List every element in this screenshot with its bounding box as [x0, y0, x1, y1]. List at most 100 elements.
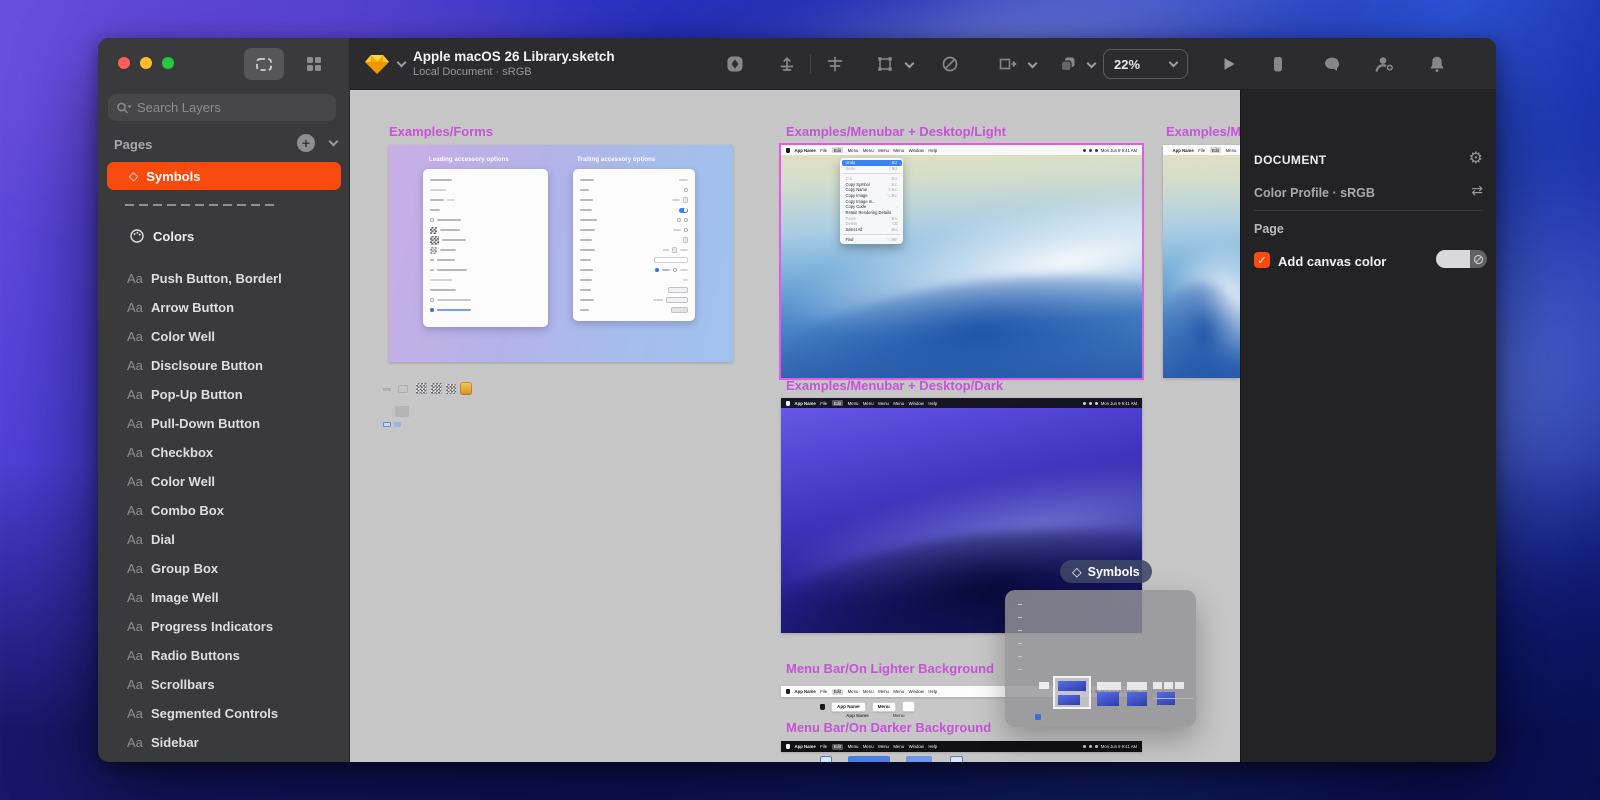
- mini-menubar-dark: App Name File Edit Menu Menu Menu Menu Window He…: [781, 398, 1142, 408]
- layer-style-list: Aa Push Button, Borderl Aa Arrow Button Aa…: [98, 264, 349, 762]
- rotate-button[interactable]: [940, 54, 960, 74]
- text-style-icon: Aa: [127, 357, 143, 373]
- add-collaborator-button[interactable]: [1374, 54, 1394, 74]
- comments-button[interactable]: [1322, 54, 1342, 74]
- layer-style-item[interactable]: Aa Color Well: [98, 467, 349, 495]
- color-variable-button[interactable]: [1470, 250, 1487, 268]
- layer-style-item[interactable]: Aa Push Button, Borderl: [98, 264, 349, 292]
- grid-view-icon: [307, 57, 321, 71]
- layer-style-item[interactable]: Aa Image Well: [98, 583, 349, 611]
- artboard-label-menubar-darker-bg[interactable]: Menu Bar/On Darker Background: [786, 720, 991, 735]
- inspector-header: DOCUMENT: [1254, 153, 1327, 167]
- layer-style-item[interactable]: Aa Dial: [98, 525, 349, 553]
- mini-clock-dark: Mon Jun 9 9:41 AM: [1100, 400, 1137, 406]
- layer-style-item[interactable]: Aa Color Well: [98, 322, 349, 350]
- canvas-color-well[interactable]: [1436, 250, 1487, 268]
- text-style-icon: Aa: [127, 270, 143, 286]
- inspector-panel: DOCUMENT ⚙ Color Profile · sRGB ⇄ Page ✓…: [1240, 90, 1496, 762]
- swap-profile-icon[interactable]: ⇄: [1471, 182, 1483, 199]
- page-section-header: Page: [1254, 222, 1284, 236]
- page-colors-label: Colors: [153, 228, 195, 244]
- layer-style-item[interactable]: Aa Checkbox: [98, 438, 349, 466]
- text-style-icon: Aa: [127, 473, 143, 489]
- document-title: Apple macOS 26 Library.sketch: [413, 48, 615, 64]
- gear-icon[interactable]: ⚙: [1469, 148, 1483, 168]
- strip-clock-dark: Mon Jun 9 9:41 AM: [1100, 744, 1137, 749]
- minimize-window-button[interactable]: [140, 57, 152, 69]
- artboard-menubar-desktop-light[interactable]: App Name File Edit Menu Menu Menu Menu Window He…: [779, 143, 1144, 380]
- sketch-window: Search Layers Pages + ◇ Symbols Colors A…: [98, 38, 1496, 762]
- layer-style-item[interactable]: Aa Progress Indicators: [98, 612, 349, 640]
- layer-style-item[interactable]: Aa Pull-Down Button: [98, 409, 349, 437]
- search-layers-input[interactable]: Search Layers: [108, 94, 336, 121]
- text-style-icon: Aa: [127, 444, 143, 460]
- layer-style-item[interactable]: Aa Disclsoure Button: [98, 351, 349, 379]
- layer-style-item[interactable]: Aa Segmented Controls: [98, 699, 349, 727]
- menubar-fragments-row1[interactable]: App Name Menu: [820, 701, 915, 712]
- forms-leading-header: Leading accessory options: [429, 157, 509, 163]
- light-wallpaper: [781, 145, 1142, 378]
- layer-style-item[interactable]: Aa Group Box: [98, 554, 349, 582]
- layer-style-item[interactable]: Aa Radio Buttons: [98, 641, 349, 669]
- instances-options-chevron-icon[interactable]: [1086, 58, 1097, 69]
- distribute-button[interactable]: [777, 54, 797, 74]
- menubar-fragments-row2[interactable]: App Name Menu: [846, 713, 905, 718]
- add-canvas-color-checkbox[interactable]: ✓: [1254, 252, 1270, 268]
- zoom-level-dropdown[interactable]: 22%: [1103, 49, 1188, 79]
- toolbar-separator: [810, 55, 811, 73]
- artboard-label-menubar-lighter-bg[interactable]: Menu Bar/On Lighter Background: [786, 661, 994, 676]
- text-style-icon: Aa: [127, 618, 143, 634]
- notifications-bell-icon[interactable]: [1427, 54, 1447, 74]
- mini-menubar-light: App Name File Edit Menu Menu Menu Menu Window He…: [781, 145, 1142, 155]
- menubar-strip-dark[interactable]: App Name File Edit Menu Menu Menu Menu Window He…: [781, 741, 1142, 752]
- mini-menubar-status-dark: Mon Jun 9 9:41 AM: [1082, 400, 1137, 406]
- group-button[interactable]: [875, 54, 895, 74]
- resize-options-chevron-icon[interactable]: [1027, 58, 1038, 69]
- layer-style-item[interactable]: Aa Arrow Button: [98, 293, 349, 321]
- mirror-preview-button[interactable]: [1268, 54, 1288, 74]
- artboard-label-partial[interactable]: Examples/Me: [1166, 124, 1240, 139]
- text-style-icon: Aa: [127, 589, 143, 605]
- menu-flat: Menu: [892, 713, 905, 718]
- resize-button[interactable]: [997, 54, 1017, 74]
- layer-style-item[interactable]: Aa Sidebar: [98, 728, 349, 756]
- color-profile-row[interactable]: Color Profile · sRGB: [1254, 186, 1375, 200]
- text-style-icon: Aa: [127, 415, 143, 431]
- sidebar-page-symbols[interactable]: ◇ Symbols: [107, 162, 341, 190]
- prototype-play-button[interactable]: [1218, 54, 1238, 74]
- canvas[interactable]: Examples/Forms Examples/Menubar + Deskto…: [350, 90, 1240, 762]
- create-symbol-button[interactable]: [725, 54, 745, 74]
- search-placeholder: Search Layers: [137, 100, 221, 115]
- document-chip[interactable]: Apple macOS 26 Library.sketch Local Docu…: [364, 38, 615, 90]
- instances-button[interactable]: [1058, 54, 1078, 74]
- page-drag-preview: [1005, 590, 1196, 727]
- layer-style-item[interactable]: Aa Scrollbars: [98, 670, 349, 698]
- forms-trailing-card: [573, 169, 695, 321]
- group-options-chevron-icon[interactable]: [904, 58, 915, 69]
- artboard-label-forms[interactable]: Examples/Forms: [389, 124, 493, 139]
- symbols-diamond-icon: ◇: [1072, 565, 1082, 579]
- sidebar-page-colors[interactable]: Colors: [107, 222, 341, 250]
- add-page-button[interactable]: +: [297, 134, 315, 152]
- edit-menu-dropdown: Undo ⌘Z Redo ⇧⌘Z Cut ⌘X Copy Symbol ⌘C Copy Name…: [840, 158, 903, 245]
- close-window-button[interactable]: [118, 57, 130, 69]
- tidy-button[interactable]: [825, 54, 845, 74]
- sidebar: Search Layers Pages + ◇ Symbols Colors A…: [98, 38, 350, 762]
- drag-symbols-badge: ◇ Symbols: [1060, 560, 1152, 583]
- artboard-partial-right[interactable]: App NameFileEditMenuMenuMenuMenuWindowHe…: [1163, 145, 1240, 378]
- artboard-forms[interactable]: Leading accessory options Trailing acces…: [389, 145, 733, 362]
- text-style-icon: Aa: [127, 647, 143, 663]
- menu-pill: Menu: [871, 701, 896, 712]
- text-style-icon: Aa: [127, 502, 143, 518]
- layer-style-item[interactable]: Aa Combo Box: [98, 496, 349, 524]
- grid-view-toggle[interactable]: [294, 48, 334, 80]
- mini-clock: Mon Jun 9 9:41 AM: [1100, 147, 1137, 153]
- zoom-window-button[interactable]: [162, 57, 174, 69]
- color-swatch: [1436, 250, 1470, 268]
- artboard-label-menubar-light[interactable]: Examples/Menubar + Desktop/Light: [786, 124, 1006, 139]
- artboard-label-menubar-dark[interactable]: Examples/Menubar + Desktop/Dark: [786, 378, 1003, 393]
- canvas-view-toggle[interactable]: [244, 48, 284, 80]
- inspector-divider: [1254, 210, 1483, 211]
- layer-style-item[interactable]: Aa Pop-Up Button: [98, 380, 349, 408]
- document-menu-chevron-icon: [396, 57, 407, 67]
